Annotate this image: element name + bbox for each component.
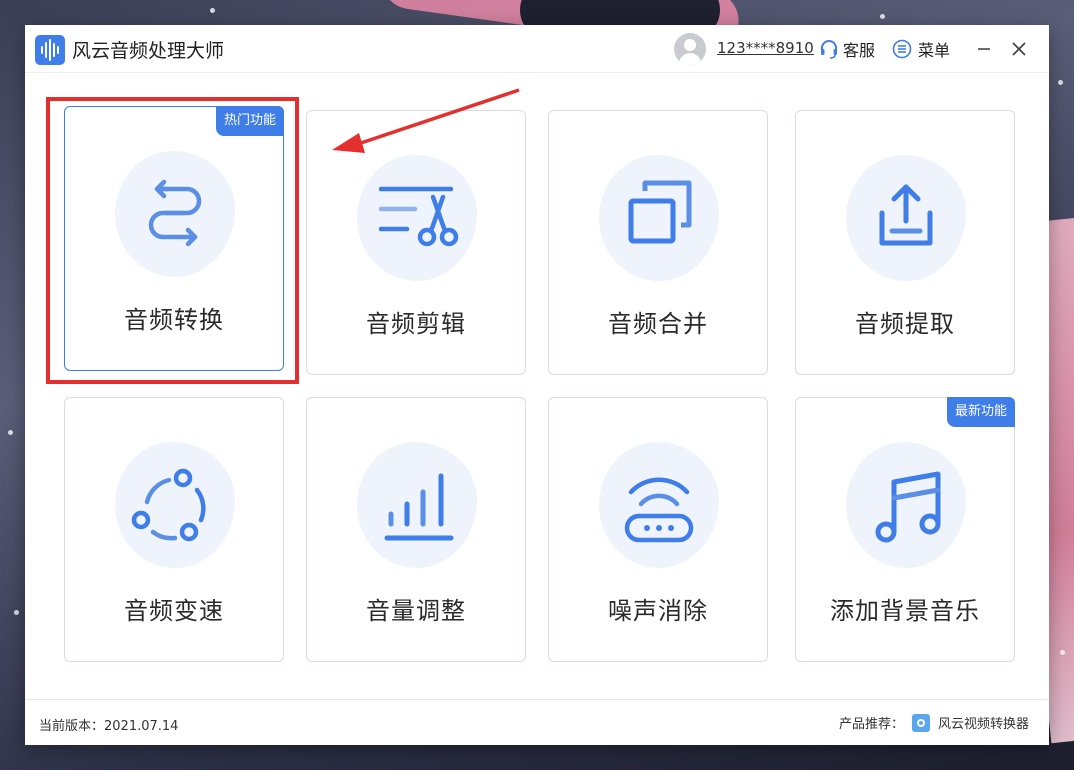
user-account-link[interactable]: 123****8910 xyxy=(717,39,814,57)
card-label: 噪声消除 xyxy=(608,597,708,625)
card-label: 音频提取 xyxy=(855,310,955,338)
menu-label: 菜单 xyxy=(918,41,951,60)
product-recommendation: 产品推荐： 风云视频转换器 xyxy=(839,713,1029,732)
headset-icon xyxy=(821,40,837,59)
title-bar: 风云音频处理大师 123****8910 客服 菜单 xyxy=(25,25,1049,73)
volume-bars-icon xyxy=(384,473,454,541)
video-converter-app-icon[interactable] xyxy=(911,713,930,732)
card-label: 音量调整 xyxy=(366,597,466,625)
feature-card-add-bg-music[interactable]: 添加背景音乐 最新功能 xyxy=(795,397,1015,662)
feature-card-audio-extract[interactable]: 音频提取 xyxy=(795,110,1015,375)
card-label: 添加背景音乐 xyxy=(830,597,980,625)
music-note-icon xyxy=(875,471,941,543)
card-label: 音频变速 xyxy=(124,597,224,625)
feature-card-volume-adjust[interactable]: 音量调整 xyxy=(306,397,526,662)
version-info: 当前版本：2021.07.14 xyxy=(39,715,178,734)
recommend-label: 产品推荐： xyxy=(838,717,904,732)
user-avatar-icon[interactable] xyxy=(674,33,706,65)
noise-router-icon xyxy=(624,477,694,543)
version-value: 2021.07.14 xyxy=(104,719,179,734)
feature-card-audio-merge[interactable]: 音频合并 xyxy=(548,110,768,375)
status-footer: 当前版本：2021.07.14 产品推荐： 风云视频转换器 xyxy=(25,699,1049,745)
customer-service-button[interactable]: 客服 xyxy=(819,37,875,61)
close-icon xyxy=(1012,42,1026,56)
speed-orbit-icon xyxy=(131,468,206,542)
app-title: 风云音频处理大师 xyxy=(72,40,225,62)
upload-tray-icon xyxy=(879,184,933,246)
menu-list-icon xyxy=(892,39,912,59)
recommend-product-link[interactable]: 风云视频转换器 xyxy=(938,713,1029,732)
menu-button[interactable]: 菜单 xyxy=(892,37,950,61)
new-feature-badge: 最新功能 xyxy=(946,397,1015,427)
feature-card-audio-speed[interactable]: 音频变速 xyxy=(64,397,284,662)
merge-squares-icon xyxy=(628,180,692,244)
annotation-highlight-box xyxy=(46,97,299,384)
card-label: 音频合并 xyxy=(608,310,708,338)
feature-card-audio-edit[interactable]: 音频剪辑 xyxy=(306,110,526,375)
app-logo-icon xyxy=(35,35,65,65)
feature-card-noise-removal[interactable]: 噪声消除 xyxy=(548,397,768,662)
app-window: 风云音频处理大师 123****8910 客服 菜单 音频转换 热门功能 音频剪… xyxy=(25,25,1049,745)
scissors-icon xyxy=(378,186,459,247)
service-label: 客服 xyxy=(843,41,876,60)
close-button[interactable] xyxy=(1008,37,1030,61)
minimize-icon xyxy=(978,48,990,50)
version-label: 当前版本： xyxy=(39,719,105,734)
card-label: 音频剪辑 xyxy=(366,310,466,338)
minimize-button[interactable] xyxy=(974,37,994,61)
